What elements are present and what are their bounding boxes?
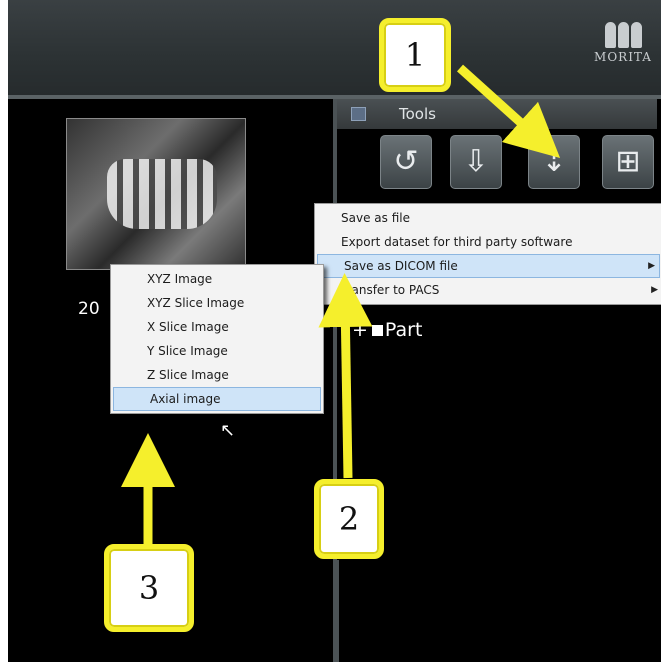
import-button[interactable]: ⇩ bbox=[450, 135, 502, 189]
dicom-submenu: XYZ Image XYZ Slice Image X Slice Image … bbox=[110, 264, 324, 414]
ct-volume-thumbnail[interactable] bbox=[66, 118, 246, 270]
top-toolbar: MORITA bbox=[8, 0, 661, 95]
menu-item-label: XYZ Slice Image bbox=[147, 296, 245, 310]
collapse-toggle-icon[interactable] bbox=[351, 107, 366, 121]
menu-item-label: Z Slice Image bbox=[147, 368, 229, 382]
node-checkbox[interactable] bbox=[371, 325, 383, 336]
tools-panel: Tools ↺ ⇩ ⇣ ⊞ bbox=[333, 99, 657, 662]
submenu-arrow-icon: ▶ bbox=[648, 261, 655, 271]
menu-item-label: Y Slice Image bbox=[147, 344, 228, 358]
mouse-cursor-icon: ↖ bbox=[220, 420, 236, 441]
callout-3: 3 bbox=[104, 544, 194, 632]
expand-icon[interactable]: + bbox=[352, 319, 368, 341]
rotate-button[interactable]: ↺ bbox=[380, 135, 432, 189]
thumbnail-caption: 20 bbox=[78, 299, 100, 319]
xyz-slice-image-item[interactable]: XYZ Slice Image bbox=[111, 291, 323, 315]
callout-number: 2 bbox=[338, 500, 360, 538]
y-slice-image-item[interactable]: Y Slice Image bbox=[111, 339, 323, 363]
panel-splitter[interactable] bbox=[333, 560, 339, 662]
menu-item-label: Save as DICOM file bbox=[344, 259, 458, 273]
callout-number: 3 bbox=[138, 569, 160, 607]
save-export-button[interactable]: ⇣ bbox=[528, 135, 580, 189]
tools-header: Tools bbox=[337, 99, 657, 129]
x-slice-image-item[interactable]: X Slice Image bbox=[111, 315, 323, 339]
save-export-icon: ⇣ bbox=[541, 144, 567, 179]
menu-item-label: Axial image bbox=[150, 392, 221, 406]
save-as-dicom-item[interactable]: Save as DICOM file ▶ bbox=[317, 254, 660, 278]
menu-item-label: Export dataset for third party software bbox=[341, 235, 573, 249]
import-icon: ⇩ bbox=[463, 144, 489, 179]
callout-number: 1 bbox=[404, 36, 426, 74]
morita-logo: MORITA bbox=[591, 22, 655, 64]
callout-1: 1 bbox=[379, 18, 451, 92]
submenu-arrow-icon: ▶ bbox=[651, 285, 658, 295]
xyz-image-item[interactable]: XYZ Image bbox=[111, 267, 323, 291]
transfer-to-pacs-item[interactable]: Transfer to PACS ▶ bbox=[315, 278, 661, 302]
callout-2: 2 bbox=[314, 479, 384, 559]
rotate-icon: ↺ bbox=[393, 144, 419, 179]
export-dataset-item[interactable]: Export dataset for third party software bbox=[315, 230, 661, 254]
layout-icon: ⊞ bbox=[615, 144, 641, 179]
axial-image-item[interactable]: Axial image bbox=[113, 387, 321, 411]
tree-node-label: Part bbox=[384, 319, 423, 341]
teeth-render bbox=[107, 159, 217, 229]
save-context-menu: Save as file Export dataset for third pa… bbox=[314, 203, 661, 305]
tree-node-part[interactable]: + Part bbox=[352, 319, 422, 341]
logo-text: MORITA bbox=[594, 50, 652, 64]
tools-title: Tools bbox=[399, 105, 436, 123]
save-as-file-item[interactable]: Save as file bbox=[315, 206, 661, 230]
morita-logo-icon bbox=[591, 22, 655, 48]
menu-item-label: Save as file bbox=[341, 211, 410, 225]
menu-item-label: Transfer to PACS bbox=[341, 283, 440, 297]
menu-item-label: XYZ Image bbox=[147, 272, 213, 286]
menu-item-label: X Slice Image bbox=[147, 320, 229, 334]
layout-button[interactable]: ⊞ bbox=[602, 135, 654, 189]
z-slice-image-item[interactable]: Z Slice Image bbox=[111, 363, 323, 387]
